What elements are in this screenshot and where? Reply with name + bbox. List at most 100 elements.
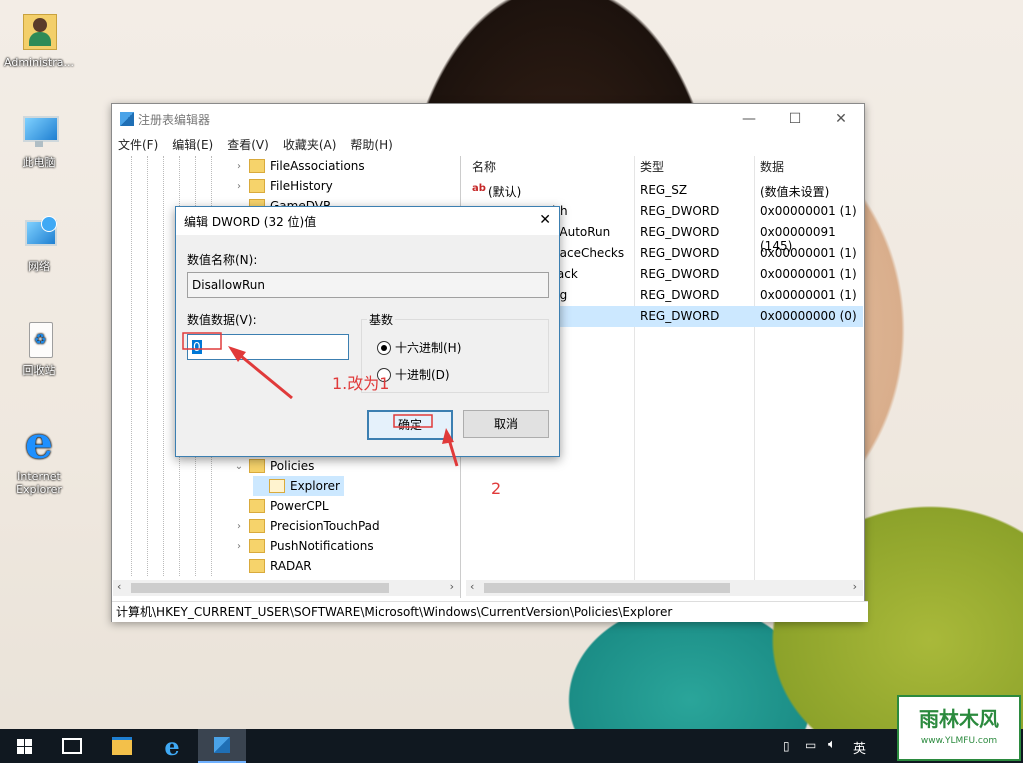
regedit-taskbar-button[interactable] (198, 729, 246, 763)
string-value-icon: ab (472, 183, 486, 194)
folder-icon (249, 159, 265, 173)
hex-label: 十六进制(H) (395, 341, 462, 355)
tree-item-label: FileAssociations (270, 159, 365, 173)
column-header-data[interactable]: 数据 (760, 156, 784, 178)
value-data: (数值未设置) (760, 185, 830, 199)
tree-item[interactable]: › FileHistory (233, 176, 333, 196)
regedit-icon (120, 112, 134, 126)
scroll-right-icon[interactable]: › (853, 580, 857, 593)
watermark-text: 雨林木风 (919, 707, 999, 731)
tree-item-label: Policies (270, 459, 315, 473)
ok-button[interactable]: 确定 (367, 410, 453, 440)
dialog-title: 编辑 DWORD (32 位)值 (184, 214, 317, 229)
base-label: 基数 (367, 311, 396, 328)
tree-item[interactable]: › PrecisionTouchPad (233, 516, 380, 536)
tree-item-label: RADAR (270, 559, 312, 573)
tree-item[interactable]: PowerCPL (233, 496, 329, 516)
hex-radio[interactable]: 十六进制(H) (377, 339, 461, 356)
tree-item-label: PushNotifications (270, 539, 374, 553)
folder-icon (249, 539, 265, 553)
minimize-button[interactable]: — (726, 104, 772, 134)
menu-edit[interactable]: 编辑(E) (172, 136, 213, 153)
tree-item[interactable]: › FileAssociations (233, 156, 365, 176)
value-data: 0x00000001 (1) (760, 267, 857, 281)
tree-item-label: Explorer (290, 479, 340, 493)
menu-bar: 文件(F) 编辑(E) 查看(V) 收藏夹(A) 帮助(H) (112, 134, 864, 154)
desktop-icon-label: 此电脑 (22, 156, 56, 169)
scroll-left-icon[interactable]: ‹ (470, 580, 474, 593)
watermark-logo: 雨林木风 www.YLMFU.com (897, 695, 1021, 761)
scroll-thumb[interactable] (484, 583, 730, 593)
value-name: paceChecks (552, 246, 625, 260)
file-explorer-taskbar-button[interactable] (98, 729, 146, 763)
tree-item[interactable]: RADAR (233, 556, 312, 576)
menu-help[interactable]: 帮助(H) (350, 136, 392, 153)
desktop-icon-ie[interactable]: e Internet Explorer (0, 418, 78, 497)
dialog-title-bar[interactable]: 编辑 DWORD (32 位)值 ✕ (176, 207, 559, 235)
windows-logo-icon (16, 738, 32, 754)
decimal-label: 十进制(D) (395, 368, 450, 382)
expand-icon[interactable]: › (233, 541, 245, 552)
tree-item-explorer[interactable]: Explorer (253, 476, 344, 496)
scroll-right-icon[interactable]: › (450, 580, 454, 593)
desktop-icon-recycle-bin[interactable]: ♻ 回收站 (0, 320, 78, 378)
folder-icon (249, 499, 265, 513)
value-data: 0x00000001 (1) (760, 246, 857, 260)
computer-icon (19, 112, 59, 150)
value-name-field: DisallowRun (187, 272, 549, 298)
watermark-url: www.YLMFU.com (920, 736, 998, 746)
column-header-name[interactable]: 名称 (472, 156, 496, 178)
column-header-type[interactable]: 类型 (640, 156, 664, 178)
desktop-icon-admin[interactable]: Administra... (0, 8, 78, 69)
edit-dword-dialog: 编辑 DWORD (32 位)值 ✕ 数值名称(N): DisallowRun … (175, 206, 560, 457)
volume-icon[interactable]: 🔈︎ (828, 737, 836, 752)
ie-taskbar-button[interactable]: e (148, 729, 196, 763)
close-button[interactable]: ✕ (818, 104, 864, 134)
tree-horizontal-scrollbar[interactable]: ‹ › (113, 580, 460, 596)
title-bar[interactable]: 注册表编辑器 — ☐ ✕ (112, 104, 864, 134)
value-data: 0x00000001 (1) (760, 288, 857, 302)
scroll-left-icon[interactable]: ‹ (117, 580, 121, 593)
desktop-icon-label: Administra... (4, 56, 74, 69)
user-folder-icon (19, 8, 59, 52)
menu-view[interactable]: 查看(V) (227, 136, 269, 153)
desktop-icon-this-pc[interactable]: 此电脑 (0, 112, 78, 170)
internet-explorer-icon: e (164, 731, 180, 761)
cancel-button[interactable]: 取消 (463, 410, 549, 438)
dialog-close-icon[interactable]: ✕ (539, 212, 551, 228)
tree-item-policies[interactable]: ⌄ Policies (233, 456, 314, 476)
expand-icon[interactable]: › (233, 161, 245, 172)
desktop-icon-label: 回收站 (22, 364, 56, 377)
annotation-step-1: 1.改为1 (332, 374, 390, 393)
scroll-thumb[interactable] (131, 583, 389, 593)
task-view-button[interactable] (48, 729, 96, 763)
menu-favorites[interactable]: 收藏夹(A) (283, 136, 337, 153)
menu-file[interactable]: 文件(F) (118, 136, 158, 153)
desktop-icon-network[interactable]: 网络 (0, 216, 78, 274)
value-type: REG_DWORD (640, 267, 720, 281)
tree-item-label: FileHistory (270, 179, 333, 193)
tree-guide (131, 156, 132, 576)
list-horizontal-scrollbar[interactable]: ‹ › (466, 580, 863, 596)
usb-icon[interactable]: ▯ (783, 739, 790, 753)
recycle-bin-icon: ♻ (19, 320, 59, 358)
start-button[interactable] (0, 729, 48, 763)
internet-explorer-icon: e (25, 418, 53, 469)
tree-item-label: PrecisionTouchPad (270, 519, 380, 533)
ime-indicator[interactable]: 英 (853, 738, 866, 757)
window-title: 注册表编辑器 (138, 112, 211, 127)
value-type: REG_DWORD (640, 246, 720, 260)
tree-guide (163, 156, 164, 576)
network-tray-icon[interactable]: ▭ (805, 738, 816, 752)
value-data-input[interactable]: 0 (187, 334, 349, 360)
folder-icon (249, 559, 265, 573)
regedit-icon (214, 737, 230, 753)
list-row[interactable]: ab (默认) REG_SZ (数值未设置) (466, 180, 863, 201)
expand-icon[interactable]: › (233, 181, 245, 192)
value-data-label: 数值数据(V): (187, 313, 257, 327)
maximize-button[interactable]: ☐ (772, 104, 818, 134)
desktop-icon-label: Internet Explorer (16, 470, 62, 496)
expand-icon[interactable]: › (233, 521, 245, 532)
collapse-icon[interactable]: ⌄ (233, 461, 245, 472)
tree-item[interactable]: › PushNotifications (233, 536, 374, 556)
